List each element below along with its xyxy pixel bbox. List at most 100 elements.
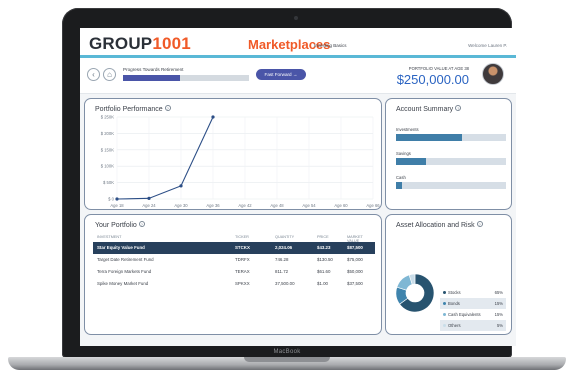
- x-tick-label: Age 60: [334, 203, 348, 208]
- brand-logo[interactable]: GROUP1001: [89, 35, 191, 53]
- info-icon[interactable]: ?: [138, 221, 145, 227]
- back-arrow-icon[interactable]: ‹: [87, 68, 100, 81]
- table-row[interactable]: Target Date Retirement Fund TDRFX 746.28…: [93, 254, 375, 266]
- portfolio-title-text: Your Portfolio: [95, 222, 137, 229]
- data-point: [179, 184, 183, 188]
- investment-name: Star Equity Value Fund: [97, 245, 145, 250]
- summary-item-label: Savings: [396, 151, 411, 156]
- portfolio-value-label: PORTFOLIO VALUE AT AGE 38: [408, 66, 469, 71]
- summary-title: Account Summary?: [396, 105, 462, 113]
- table-row[interactable]: Star Equity Value Fund STCKX 2,024.06 $4…: [93, 242, 375, 254]
- progress-bar-row: ‹ ⌂ Progress Towards Retirement Fast For…: [80, 58, 516, 94]
- x-tick-label: Age 54: [302, 203, 316, 208]
- x-tick-label: Age 42: [238, 203, 252, 208]
- x-tick-label: Age 24: [142, 203, 156, 208]
- allocation-legend: Stocks 65% Bonds 15% Cash Equivalents 15% O…: [440, 287, 506, 331]
- quantity: 811.72: [275, 269, 289, 274]
- performance-line-chart: $ 0 $ 50K $ 100K $ 150K $ 200K $ 250K Age 18 Ag…: [101, 115, 381, 209]
- data-point: [211, 115, 215, 119]
- x-tick-label: Age 48: [270, 203, 284, 208]
- summary-item-label: Investments: [396, 127, 419, 132]
- x-tick-label: Age 66: [366, 203, 380, 208]
- quantity: 746.28: [275, 257, 289, 262]
- table-row[interactable]: Spike Money Market Fund SPKXX 37,500.00 …: [93, 278, 375, 290]
- summary-title-text: Account Summary: [396, 106, 454, 113]
- x-tick-label: Age 30: [174, 203, 188, 208]
- quantity: 37,500.00: [275, 281, 295, 286]
- table-row[interactable]: Terra Foreign Markets Fund TERAX 811.72 …: [93, 266, 375, 278]
- column-header[interactable]: PRICE: [317, 235, 329, 239]
- portfolio-value: $250,000.00: [396, 72, 469, 87]
- market-value: $87,500: [347, 245, 363, 250]
- legend-percent: 15%: [494, 312, 503, 317]
- ticker: SPKXX: [235, 281, 250, 286]
- account-summary-card: Account Summary? Investments Savings Cas…: [385, 98, 512, 210]
- series-line: [116, 116, 214, 200]
- column-header[interactable]: INVESTMENT: [97, 235, 121, 239]
- legend-item-others: Others 5%: [440, 320, 506, 331]
- investment-name: Target Date Retirement Fund: [97, 257, 154, 262]
- legend-label: Cash Equivalents: [448, 312, 481, 317]
- y-tick-label: $ 50K: [103, 180, 114, 185]
- legend-dot: [443, 313, 446, 316]
- legend-dot: [443, 291, 446, 294]
- summary-item-investments: Investments: [396, 127, 506, 141]
- ticker: STCKX: [235, 245, 250, 250]
- legend-item-stocks: Stocks 65%: [440, 287, 506, 298]
- ticker: TERAX: [235, 269, 250, 274]
- legend-item-bonds: Bonds 15%: [440, 298, 506, 309]
- fast-forward-button[interactable]: Fast Forward →: [256, 69, 306, 80]
- retirement-progress-bar: [123, 75, 249, 81]
- summary-item-savings: Savings: [396, 151, 506, 165]
- legend-label: Bonds: [448, 301, 460, 306]
- market-value: $37,500: [347, 281, 363, 286]
- progress-label: Progress Towards Retirement: [123, 67, 184, 72]
- legend-item-cash-equivalents: Cash Equivalents 15%: [440, 309, 506, 320]
- camera-icon: [294, 16, 298, 20]
- welcome-user-menu[interactable]: Welcome Lauren P.: [468, 43, 507, 48]
- app-subtitle: Investing Basics: [314, 43, 347, 48]
- avatar[interactable]: [482, 63, 504, 85]
- home-icon[interactable]: ⌂: [103, 68, 116, 81]
- your-portfolio-card: Your Portfolio? INVESTMENT TICKER QUANTI…: [84, 214, 382, 335]
- legend-label: Stocks: [448, 290, 461, 295]
- summary-item-label: Cash: [396, 175, 406, 180]
- investment-name: Terra Foreign Markets Fund: [97, 269, 152, 274]
- summary-bar: [396, 134, 506, 141]
- portfolio-title: Your Portfolio?: [95, 221, 145, 229]
- summary-bar: [396, 158, 506, 165]
- x-tick-label: Age 36: [206, 203, 220, 208]
- y-tick-label: $ 0: [108, 197, 114, 202]
- price: $61.60: [317, 269, 331, 274]
- legend-dot: [443, 302, 446, 305]
- legend-label: Others: [448, 323, 461, 328]
- logo-accent: 1001: [152, 34, 191, 53]
- y-tick-label: $ 200K: [101, 131, 114, 136]
- legend-percent: 5%: [496, 323, 503, 328]
- summary-bar-fill: [396, 158, 426, 165]
- info-icon[interactable]: ?: [455, 105, 462, 111]
- summary-bar-fill: [396, 134, 462, 141]
- asset-allocation-card: Asset Allocation and Risk? Stocks 65% Bon…: [385, 214, 512, 335]
- data-point: [147, 196, 151, 200]
- laptop-notch: [244, 357, 330, 362]
- price: $130.50: [317, 257, 333, 262]
- device-brand-label: MacBook: [273, 349, 301, 355]
- logo-text: GROUP: [89, 34, 153, 53]
- ticker: TDRFX: [235, 257, 250, 262]
- column-header[interactable]: QUANTITY: [275, 235, 294, 239]
- summary-bar-fill: [396, 182, 402, 189]
- app-header: GROUP1001 Marketplaces Investing Basics …: [80, 28, 516, 58]
- portfolio-table: INVESTMENT TICKER QUANTITY PRICE MARKET …: [93, 234, 375, 290]
- summary-item-cash: Cash: [396, 175, 506, 189]
- y-tick-label: $ 150K: [101, 147, 114, 152]
- column-header[interactable]: TICKER: [235, 235, 249, 239]
- x-tick-label: Age 18: [110, 203, 124, 208]
- legend-percent: 15%: [494, 301, 503, 306]
- investment-name: Spike Money Market Fund: [97, 281, 149, 286]
- legend-dot: [443, 324, 446, 327]
- quantity: 2,024.06: [275, 245, 293, 250]
- data-point: [115, 197, 119, 201]
- market-value: $75,000: [347, 257, 363, 262]
- price: $1.00: [317, 281, 328, 286]
